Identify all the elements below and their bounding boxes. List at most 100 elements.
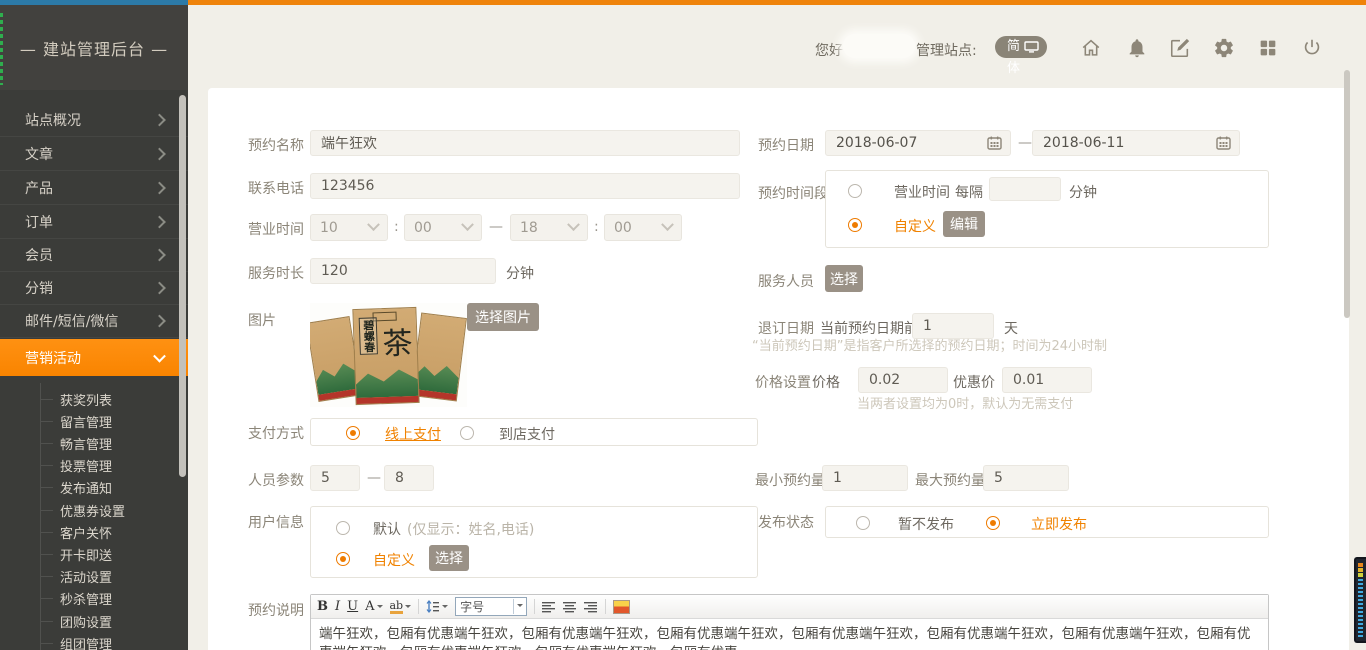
chevron-down-icon (153, 349, 166, 362)
userinfo-default-radio[interactable] (336, 521, 350, 535)
bold-icon[interactable]: B (317, 599, 328, 614)
font-size-select[interactable]: 字号 (455, 597, 527, 616)
payment-box: 线上支付 到店支付 (310, 418, 758, 446)
chevron-right-icon (153, 281, 166, 294)
sidebar-subitem-messages[interactable]: 留言管理 (0, 410, 188, 432)
sidebar-subitem-card-gift[interactable]: 开卡即送 (0, 543, 188, 565)
min-qty-input[interactable]: 1 (822, 465, 908, 491)
payment-online-radio[interactable] (346, 426, 360, 440)
page-scrollbar[interactable] (1344, 70, 1350, 318)
site-label: 管理站点: (916, 40, 977, 60)
timeslot-custom-radio[interactable] (848, 218, 862, 232)
sidebar-item-marketing[interactable]: 营销活动 (0, 339, 188, 376)
sidebar-item-products[interactable]: 产品 (0, 171, 188, 205)
hours-from-min-select[interactable]: 00 (404, 214, 482, 241)
topbar-orange (188, 0, 1366, 5)
publish-later-label: 暂不发布 (898, 514, 954, 534)
publish-now-label[interactable]: 立即发布 (1031, 514, 1087, 534)
browser-edge-widget[interactable] (1354, 557, 1366, 643)
max-qty-input[interactable]: 5 (983, 465, 1069, 491)
sidebar-subitem-notices[interactable]: 发布通知 (0, 476, 188, 498)
discount-label: 优惠价 (953, 372, 995, 392)
max-qty-label: 最大预约量 (915, 470, 985, 490)
align-right-icon[interactable] (584, 601, 598, 613)
timeslot-every-label: 每隔 (955, 182, 983, 202)
people-max-input[interactable]: 8 (384, 465, 434, 491)
sidebar-item-articles[interactable]: 文章 (0, 137, 188, 171)
timeslot-box: 营业时间 每隔 分钟 自定义 编辑 (825, 170, 1269, 248)
discount-input[interactable]: 0.01 (1002, 367, 1092, 393)
timeslot-business-radio[interactable] (848, 184, 862, 198)
date-to-input[interactable]: 2018-06-11 (1032, 130, 1240, 156)
sidebar-item-mail-sms-wechat[interactable]: 邮件/短信/微信 (0, 304, 188, 338)
desc-content[interactable]: 端午狂欢，包厢有优惠端午狂欢，包厢有优惠端午狂欢，包厢有优惠端午狂欢，包厢有优惠… (319, 625, 1257, 650)
gear-icon[interactable] (1213, 37, 1235, 59)
choose-image-button[interactable]: 选择图片 (467, 303, 539, 331)
userinfo-custom-label: 自定义 (373, 550, 415, 570)
calendar-icon[interactable] (1216, 136, 1231, 154)
greeting-text: 您好 (815, 40, 843, 60)
phone-input[interactable]: 123456 (310, 173, 740, 199)
admin-page: — 建站管理后台 — 站点概况 文章 产品 订单 会员 分销 邮件/短信/微信 … (0, 0, 1366, 650)
chevron-right-icon (153, 314, 166, 327)
calendar-icon[interactable] (987, 136, 1002, 154)
people-min-input[interactable]: 5 (310, 465, 360, 491)
name-label: 预约名称 (248, 135, 304, 155)
hours-label: 营业时间 (248, 219, 304, 239)
language-badge[interactable]: 简体 (995, 36, 1047, 58)
sidebar-subitem-awards[interactable]: 获奖列表 (0, 388, 188, 410)
apps-grid-icon[interactable] (1257, 37, 1279, 59)
date-from-input[interactable]: 2018-06-07 (825, 130, 1011, 156)
sidebar-item-distribution[interactable]: 分销 (0, 271, 188, 305)
sidebar-subitem-flash-sale[interactable]: 秒杀管理 (0, 587, 188, 609)
line-spacing-icon[interactable] (426, 600, 448, 613)
sidebar-item-members[interactable]: 会员 (0, 238, 188, 272)
hours-from-hour-select[interactable]: 10 (310, 214, 388, 241)
staff-choose-button[interactable]: 选择 (825, 265, 863, 292)
timeslot-custom-label: 自定义 (894, 216, 936, 236)
align-center-icon[interactable] (563, 601, 577, 613)
price-input[interactable]: 0.02 (858, 367, 948, 393)
underline-icon[interactable]: U (347, 599, 358, 614)
sidebar-subitem-activities[interactable]: 活动设置 (0, 565, 188, 587)
payment-instore-radio[interactable] (460, 426, 474, 440)
power-icon[interactable] (1301, 37, 1323, 59)
staff-label: 服务人员 (758, 271, 814, 291)
italic-icon[interactable]: I (335, 599, 340, 614)
sidebar-subitem-votes[interactable]: 投票管理 (0, 454, 188, 476)
price-note: 当两者设置均为0时，默认为无需支付 (857, 393, 1073, 412)
insert-image-icon[interactable] (613, 600, 630, 614)
userinfo-choose-button[interactable]: 选择 (429, 545, 469, 571)
edit-icon[interactable] (1169, 37, 1191, 59)
highlight-icon[interactable]: ab (390, 600, 412, 614)
sidebar-subitem-coupons[interactable]: 优惠券设置 (0, 499, 188, 521)
hours-to-hour-select[interactable]: 18 (510, 214, 588, 241)
align-left-icon[interactable] (542, 601, 556, 613)
timeslot-edit-button[interactable]: 编辑 (943, 211, 985, 237)
cancel-note: “当前预约日期”是指客户所选择的预约日期；时间为24小时制 (752, 335, 1107, 354)
logo-green-dashes (0, 13, 3, 85)
home-icon[interactable] (1080, 37, 1102, 59)
font-color-icon[interactable]: A (365, 599, 382, 614)
publish-now-radio[interactable] (986, 516, 1000, 530)
userinfo-custom-radio[interactable] (336, 552, 350, 566)
timeslot-interval-input[interactable] (989, 177, 1061, 201)
sidebar-item-site-overview[interactable]: 站点概况 (0, 103, 188, 137)
bell-icon[interactable] (1126, 37, 1148, 59)
sidebar-subitem-changyan[interactable]: 畅言管理 (0, 432, 188, 454)
chevron-right-icon (153, 248, 166, 261)
sidebar-scrollbar[interactable] (179, 95, 186, 477)
rich-text-editor[interactable]: B I U A ab 字号 端午狂欢，包厢有优惠端午狂欢，包厢有优惠端午狂欢，包… (310, 594, 1269, 650)
duration-unit: 分钟 (506, 263, 534, 283)
name-input[interactable]: 端午狂欢 (310, 130, 740, 156)
sidebar-item-orders[interactable]: 订单 (0, 205, 188, 239)
sidebar-subitem-group-buy[interactable]: 团购设置 (0, 610, 188, 632)
userinfo-box: 默认 (仅显示：姓名,电话) 自定义 选择 (310, 506, 758, 578)
publish-later-radio[interactable] (856, 516, 870, 530)
date-range-label: 预约日期 (758, 135, 814, 155)
hours-to-min-select[interactable]: 00 (604, 214, 682, 241)
payment-online-label[interactable]: 线上支付 (385, 424, 441, 444)
sidebar-subitem-customer-care[interactable]: 客户关怀 (0, 521, 188, 543)
sidebar-subitem-group-manage[interactable]: 组团管理 (0, 632, 188, 650)
duration-input[interactable]: 120 (310, 258, 496, 284)
